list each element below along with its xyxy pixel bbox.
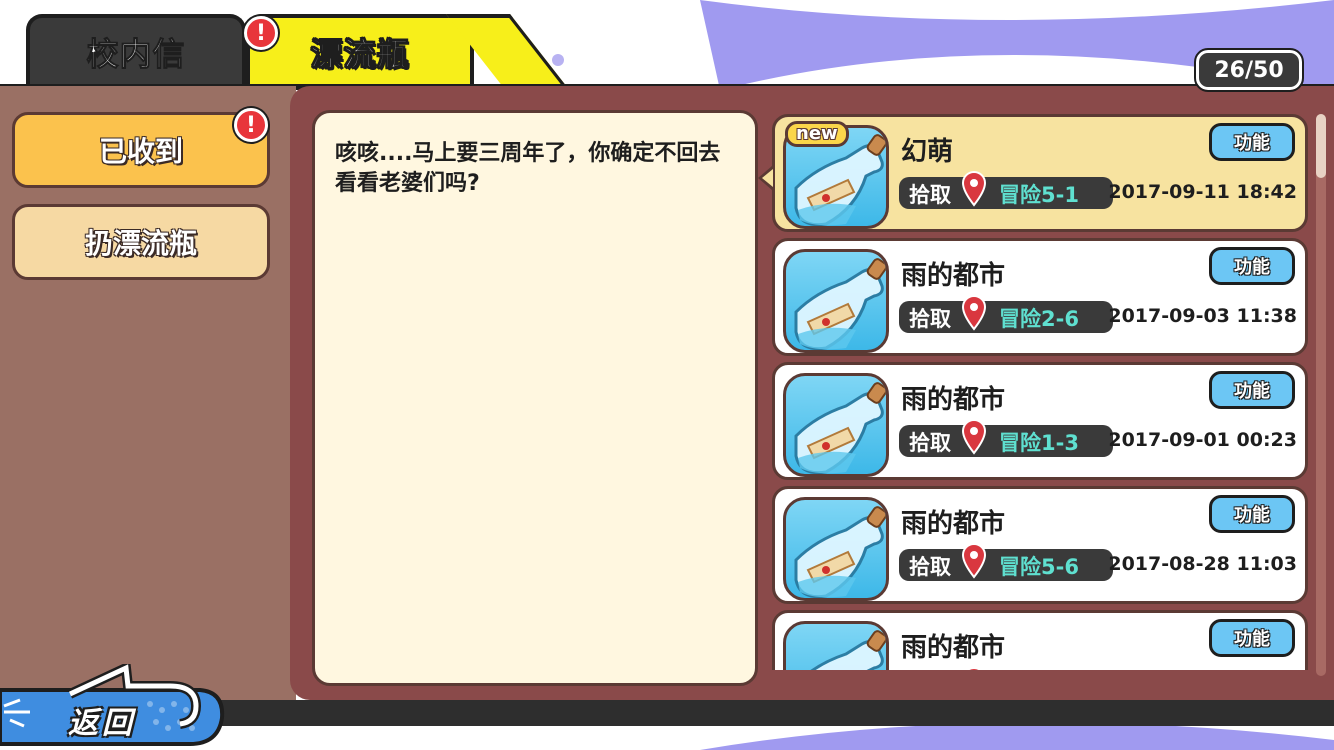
message-text: 咳咳....马上要三周年了，你确定不回去看看老婆们吗? <box>335 141 721 196</box>
function-button[interactable]: 功能 <box>1209 123 1295 161</box>
bottle-icon <box>810 630 886 670</box>
function-button[interactable]: 功能 <box>1209 371 1295 409</box>
location-pin-icon <box>961 295 987 331</box>
bottle-title: 雨的都市 <box>901 633 1006 663</box>
bottle-date: 2017-09-11 18:42 <box>1108 181 1297 203</box>
stage-label: 冒险2-6 <box>999 307 1079 331</box>
bottle-icon <box>794 382 886 474</box>
pickup-label: 拾取 <box>909 307 951 331</box>
bottle-thumbnail <box>783 497 889 601</box>
pickup-label: 拾取 <box>909 183 951 207</box>
bottle-icon <box>794 258 886 350</box>
bottle-thumbnail <box>783 249 889 353</box>
sidebar-item-label: 已收到 <box>98 135 183 168</box>
bottle-list[interactable]: new 幻萌 功能 拾取 冒险5-1 2017-09-11 18:42 雨的都市… <box>772 112 1312 670</box>
list-item[interactable]: 雨的都市 功能 拾取 冒险1-3 2017-09-01 00:23 <box>772 362 1308 480</box>
function-button[interactable]: 功能 <box>1209 247 1295 285</box>
bottle-date: 2017-09-01 00:23 <box>1108 429 1297 451</box>
tab-school-mail[interactable]: 校内信 <box>26 14 246 86</box>
sidebar-item-received[interactable]: 已收到 <box>12 112 270 188</box>
stage-label: 冒险5-1 <box>999 183 1079 207</box>
message-content: 咳咳....马上要三周年了，你确定不回去看看老婆们吗? <box>312 110 758 686</box>
location-pin-icon <box>961 171 987 207</box>
pickup-location: 拾取 冒险2-6 <box>899 295 1113 333</box>
pickup-label: 拾取 <box>909 555 951 579</box>
tab-alert-icon: ! <box>244 16 278 50</box>
bottle-title: 幻萌 <box>901 137 954 167</box>
list-item[interactable]: new 幻萌 功能 拾取 冒险5-1 2017-09-11 18:42 <box>772 114 1308 232</box>
bottle-counter: 26/50 <box>1194 48 1304 92</box>
function-button[interactable]: 功能 <box>1209 619 1295 657</box>
tab-drift-bottle-label: 漂流瓶 <box>310 35 410 74</box>
bottle-date: 2017-09-03 11:38 <box>1108 305 1297 327</box>
pickup-location: 拾取 冒险5-6 <box>899 543 1113 581</box>
sidebar-item-throw-bottle[interactable]: 扔漂流瓶 <box>12 204 270 280</box>
stage-label: 冒险5-6 <box>999 555 1079 579</box>
bottle-thumbnail <box>783 373 889 477</box>
bottle-title: 雨的都市 <box>901 509 1006 539</box>
selection-pointer <box>758 166 773 190</box>
bottle-thumbnail <box>783 621 889 670</box>
back-button-label: 返回 <box>68 706 136 741</box>
pickup-label: 拾取 <box>909 431 951 455</box>
list-item[interactable]: 雨的都市 功能 拾取 冒险2-6 2017-09-03 11:38 <box>772 238 1308 356</box>
bottle-date: 2017-08-28 11:03 <box>1108 553 1297 575</box>
pickup-location: 拾取 冒险5-1 <box>899 171 1113 209</box>
function-button[interactable]: 功能 <box>1209 495 1295 533</box>
list-scrollbar[interactable] <box>1316 114 1326 676</box>
location-pin-icon <box>961 419 987 455</box>
bottle-icon <box>794 506 886 598</box>
list-item[interactable]: 雨的都市 功能 <box>772 610 1308 670</box>
list-item[interactable]: 雨的都市 功能 拾取 冒险5-6 2017-08-28 11:03 <box>772 486 1308 604</box>
stage-label: 冒险1-3 <box>999 431 1079 455</box>
scroll-thumb[interactable] <box>1316 114 1326 178</box>
received-alert-icon: ! <box>234 108 268 142</box>
sidebar-item-label: 扔漂流瓶 <box>84 227 197 260</box>
location-pin-icon <box>961 543 987 579</box>
bottle-title: 雨的都市 <box>901 385 1006 415</box>
new-badge: new <box>785 121 849 147</box>
location-pin-icon <box>966 667 982 670</box>
pickup-location: 拾取 冒险1-3 <box>899 419 1113 457</box>
bottle-title: 雨的都市 <box>901 261 1006 291</box>
tab-school-mail-label: 校内信 <box>86 35 186 74</box>
tab-drift-bottle[interactable]: 漂流瓶 <box>246 14 474 86</box>
